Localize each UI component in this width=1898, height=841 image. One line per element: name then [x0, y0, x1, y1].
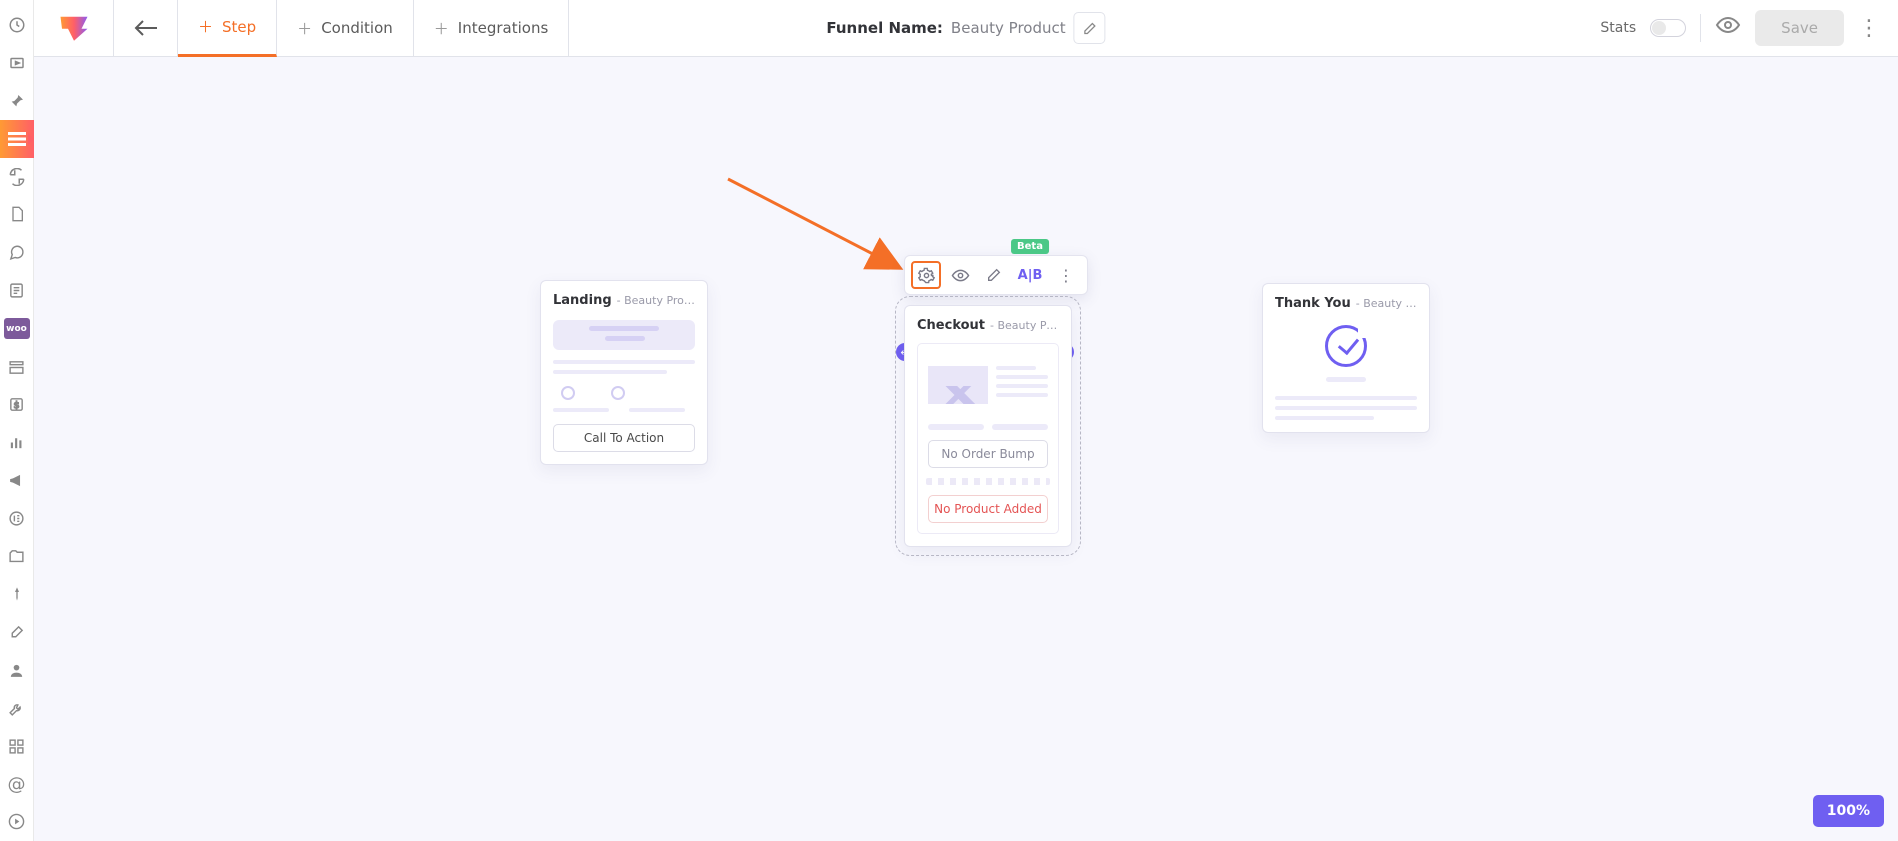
topbar: ＋ Step ＋ Condition ＋ Integrations Funnel…	[34, 0, 1898, 57]
sidebar-item-chat[interactable]	[0, 233, 34, 271]
sidebar-item-blocks[interactable]	[0, 727, 34, 765]
tab-step[interactable]: ＋ Step	[178, 0, 277, 57]
node-settings-button[interactable]	[911, 261, 941, 289]
node-title: Checkout	[917, 318, 985, 333]
node-toolbar: Beta A|B ⋮	[904, 255, 1088, 295]
node-subtitle: - Beauty Produc...	[990, 319, 1059, 332]
plus-icon: ＋	[297, 18, 312, 39]
save-button[interactable]: Save	[1755, 10, 1844, 46]
app-logo[interactable]	[34, 0, 114, 57]
cta-label: Call To Action	[553, 424, 695, 452]
edit-name-button[interactable]	[1074, 12, 1106, 44]
sidebar-item-tools[interactable]	[0, 689, 34, 727]
node-landing[interactable]: Landing - Beauty Produc... Call To Actio…	[540, 280, 708, 465]
sidebar-item-play[interactable]	[0, 803, 34, 841]
funnel-name-value: Beauty Product	[951, 19, 1066, 37]
sidebar-item-analytics[interactable]	[0, 424, 34, 462]
back-button[interactable]	[114, 0, 178, 57]
stats-label: Stats	[1600, 20, 1636, 36]
orderbump-label: No Order Bump	[928, 440, 1048, 468]
divider	[1700, 14, 1701, 42]
funnel-title: Funnel Name: Beauty Product	[826, 12, 1105, 44]
node-subtitle: - Beauty Produc...	[617, 294, 695, 307]
plus-icon: ＋	[434, 18, 449, 39]
sidebar-item-templates[interactable]	[0, 348, 34, 386]
tab-condition[interactable]: ＋ Condition	[277, 0, 414, 57]
funnel-canvas[interactable]: ← → Beta A|B ⋮ Landing - Beauty Produc..…	[34, 57, 1898, 841]
more-menu[interactable]: ⋮	[1858, 16, 1880, 41]
sidebar-item-payments[interactable]: $	[0, 386, 34, 424]
plus-icon: ＋	[198, 16, 213, 37]
sidebar-item-pin2[interactable]	[0, 576, 34, 614]
sidebar-item-files[interactable]	[0, 538, 34, 576]
sidebar-item-pins[interactable]	[0, 82, 34, 120]
tab-label: Step	[222, 18, 256, 36]
sidebar-item-forms[interactable]	[0, 271, 34, 309]
node-abtest-button[interactable]: Beta A|B	[1013, 261, 1047, 289]
node-title: Thank You	[1275, 296, 1351, 311]
node-thankyou[interactable]: Thank You - Beauty Produc...	[1262, 283, 1430, 433]
sidebar-item-brush[interactable]	[0, 613, 34, 651]
tab-label: Integrations	[458, 19, 548, 37]
node-preview-button[interactable]	[945, 261, 975, 289]
tab-label: Condition	[321, 19, 393, 37]
beta-badge: Beta	[1011, 239, 1049, 254]
node-more-button[interactable]: ⋮	[1051, 261, 1081, 289]
sidebar-item-funnels[interactable]	[0, 120, 34, 158]
sidebar-item-marketing[interactable]	[0, 462, 34, 500]
preview-button[interactable]	[1715, 15, 1741, 41]
node-subtitle: - Beauty Produc...	[1356, 297, 1417, 310]
sidebar-item-pages[interactable]	[0, 196, 34, 234]
no-product-label: No Product Added	[928, 495, 1048, 523]
svg-text:$: $	[14, 400, 20, 411]
funnel-name-label: Funnel Name:	[826, 19, 943, 37]
tab-integrations[interactable]: ＋ Integrations	[414, 0, 569, 57]
sidebar-item-automations[interactable]	[0, 158, 34, 196]
topbar-right: Stats Save ⋮	[1600, 10, 1898, 46]
app-sidebar: woo $ @	[0, 0, 34, 841]
connectors	[34, 57, 334, 207]
check-icon	[1325, 325, 1367, 367]
node-edit-button[interactable]	[979, 261, 1009, 289]
node-title: Landing	[553, 293, 612, 308]
zoom-indicator[interactable]: 100%	[1813, 795, 1884, 827]
ab-label: A|B	[1018, 268, 1043, 283]
sidebar-item-users[interactable]	[0, 651, 34, 689]
sidebar-item-mentions[interactable]: @	[0, 765, 34, 803]
node-checkout[interactable]: Checkout - Beauty Produc... No Order Bum…	[904, 305, 1072, 547]
sidebar-item-elementor[interactable]	[0, 500, 34, 538]
sidebar-item-dashboard[interactable]	[0, 6, 34, 44]
sidebar-item-media[interactable]	[0, 44, 34, 82]
annotation-arrow	[724, 175, 924, 285]
sidebar-item-woo[interactable]: woo	[4, 318, 30, 339]
stats-toggle[interactable]	[1650, 19, 1686, 37]
